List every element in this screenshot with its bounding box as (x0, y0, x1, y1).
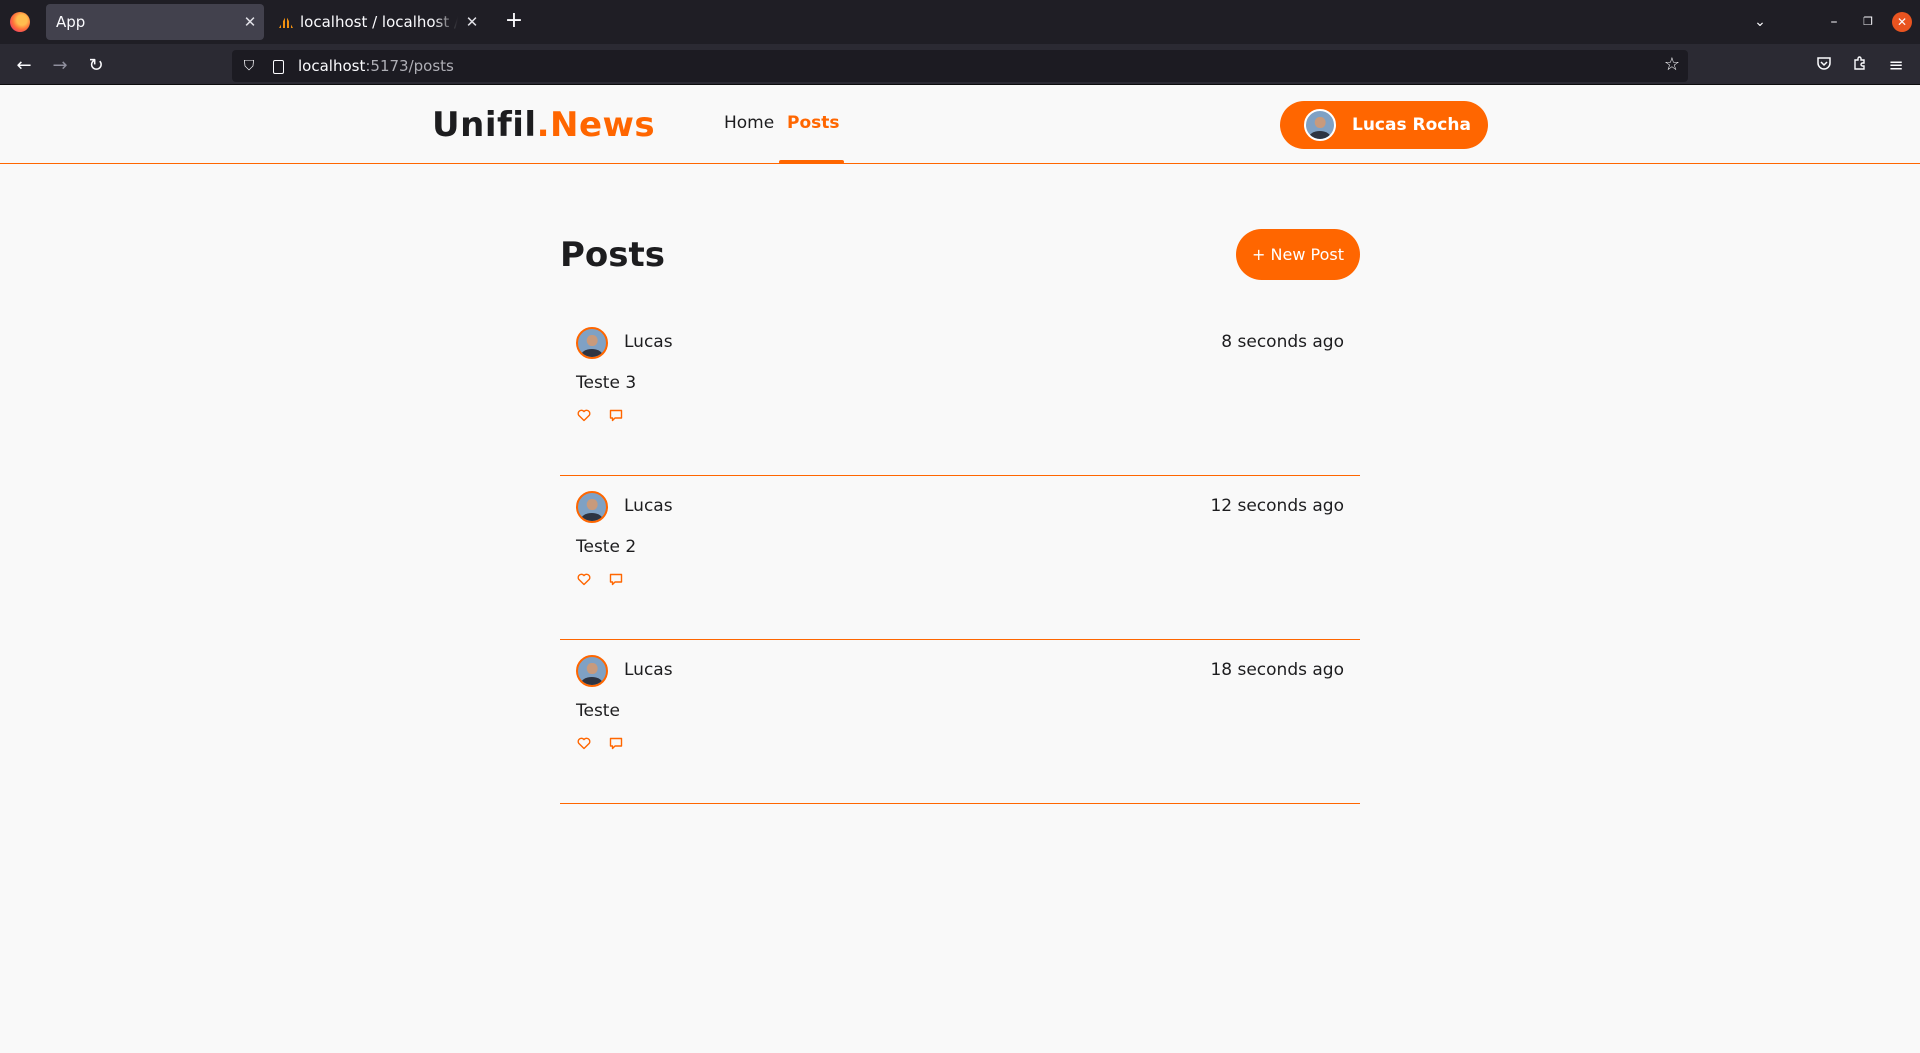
tab-close-icon[interactable]: ✕ (458, 13, 486, 31)
back-arrow-icon[interactable]: ← (10, 52, 38, 80)
new-tab-plus-icon[interactable]: + (500, 8, 528, 36)
post-author: Lucas (624, 660, 673, 680)
list-all-tabs-chevron-icon[interactable]: ⌄ (1748, 10, 1772, 34)
post-time: 18 seconds ago (1210, 660, 1344, 680)
heart-icon[interactable] (576, 407, 592, 423)
comment-icon[interactable] (608, 735, 624, 751)
hamburger-menu-icon[interactable]: ≡ (1884, 54, 1908, 78)
firefox-logo-icon[interactable] (10, 12, 30, 32)
pocket-icon[interactable] (1812, 54, 1836, 78)
window-minimize-icon[interactable]: – (1824, 10, 1844, 34)
window-close-icon[interactable]: ✕ (1892, 12, 1912, 32)
avatar (576, 655, 608, 687)
page-info-icon[interactable] (266, 57, 290, 75)
url-text[interactable]: localhost:5173/posts (298, 57, 454, 75)
nav-link-home[interactable]: Home (724, 113, 774, 133)
post-text: Teste (576, 701, 620, 721)
window-restore-icon[interactable]: ❐ (1858, 10, 1878, 34)
post-time: 8 seconds ago (1221, 332, 1344, 352)
heart-icon[interactable] (576, 571, 592, 587)
active-nav-indicator (779, 160, 844, 164)
url-bar[interactable]: ⛉ localhost:5173/posts ☆ (232, 50, 1688, 82)
post-text: Teste 3 (576, 373, 637, 393)
comment-icon[interactable] (608, 407, 624, 423)
user-profile-button[interactable]: Lucas Rocha (1280, 101, 1488, 149)
post-author: Lucas (624, 332, 673, 352)
heart-icon[interactable] (576, 735, 592, 751)
browser-nav-bar: ← → ↻ ⛉ localhost:5173/posts ☆ ≡ (0, 44, 1920, 85)
page-title: Posts (560, 235, 666, 275)
comment-icon[interactable] (608, 571, 624, 587)
tab-close-icon[interactable]: ✕ (236, 13, 264, 31)
site-logo[interactable]: Unifil.News (432, 105, 655, 145)
url-host: localhost (298, 57, 366, 75)
new-post-button[interactable]: + New Post (1236, 229, 1360, 280)
brand-main: Unifil (432, 105, 537, 145)
tracking-shield-icon[interactable]: ⛉ (232, 58, 266, 74)
phpmyadmin-favicon-icon (278, 15, 294, 29)
post-time: 12 seconds ago (1210, 496, 1344, 516)
post-item: Lucas 12 seconds ago Teste 2 (560, 476, 1360, 640)
post-text: Teste 2 (576, 537, 637, 557)
user-name: Lucas Rocha (1352, 115, 1471, 135)
post-item: Lucas 8 seconds ago Teste 3 (560, 312, 1360, 476)
browser-tab-bar: App ✕ localhost / localhost / crud ✕ + ⌄… (0, 0, 1920, 44)
tab-phpmyadmin[interactable]: localhost / localhost / crud ✕ (278, 4, 486, 40)
url-path: :5173/posts (365, 57, 454, 75)
post-item: Lucas 18 seconds ago Teste (560, 640, 1360, 804)
tab-title: localhost / localhost / crud (300, 13, 458, 31)
avatar (1304, 109, 1336, 141)
avatar (576, 491, 608, 523)
nav-link-posts[interactable]: Posts (787, 113, 840, 133)
tab-title: App (56, 13, 86, 31)
reload-icon[interactable]: ↻ (82, 52, 110, 80)
avatar (576, 327, 608, 359)
forward-arrow-icon[interactable]: → (46, 52, 74, 80)
site-header: Unifil.News Home Posts Lucas Rocha (0, 85, 1920, 164)
post-author: Lucas (624, 496, 673, 516)
tab-app[interactable]: App ✕ (46, 4, 264, 40)
extensions-puzzle-icon[interactable] (1848, 54, 1872, 78)
brand-accent: .News (536, 105, 656, 145)
web-page: Unifil.News Home Posts Lucas Rocha Posts… (0, 85, 1920, 1053)
bookmark-star-icon[interactable]: ☆ (1664, 54, 1680, 75)
